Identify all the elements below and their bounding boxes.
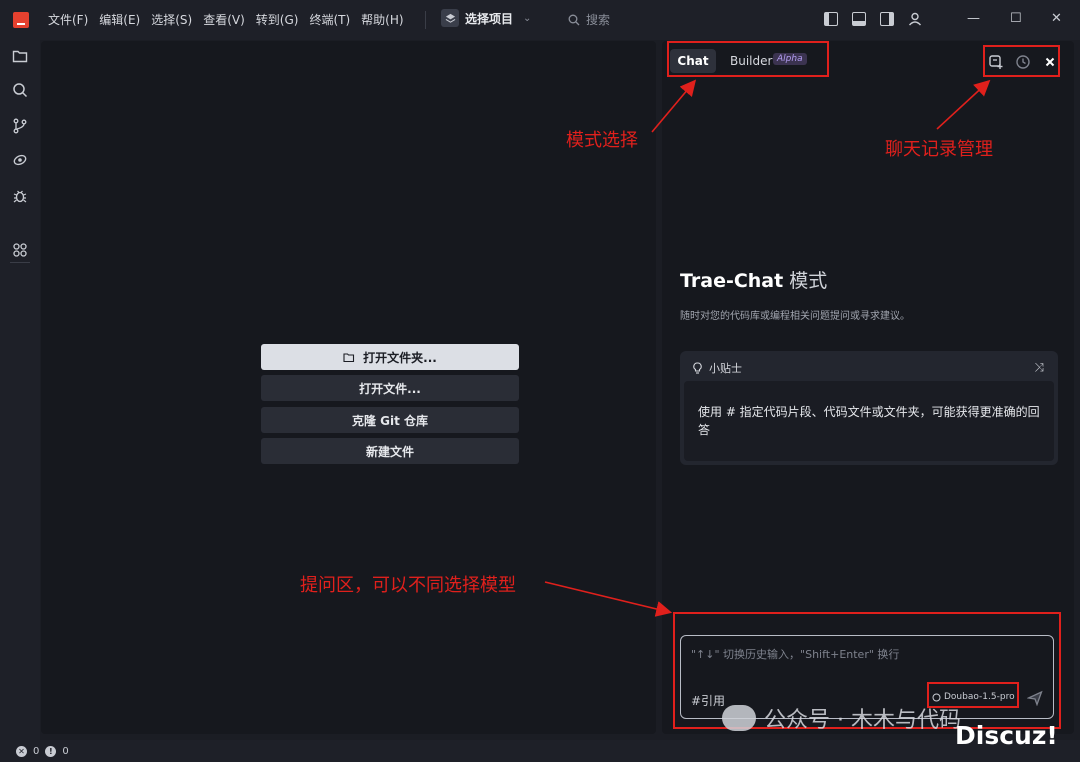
activity-bar: [0, 40, 40, 740]
titlebar-divider: [425, 11, 426, 29]
bug-icon[interactable]: [12, 188, 28, 204]
new-file-button[interactable]: 新建文件: [261, 438, 519, 464]
shuffle-icon[interactable]: ⤨: [1034, 360, 1044, 375]
chevron-down-icon: ⌄: [523, 12, 532, 24]
tips-body: 使用 # 指定代码片段、代码文件或文件夹，可能获得更准确的回答: [684, 381, 1054, 461]
tips-header: 小贴士: [692, 360, 742, 376]
error-count[interactable]: 0: [33, 746, 39, 757]
annotation-box-history: [983, 45, 1060, 77]
open-file-button[interactable]: 打开文件...: [261, 375, 519, 401]
extensions-icon[interactable]: [12, 242, 28, 258]
title-bar: 文件(F) 编辑(E) 选择(S) 查看(V) 转到(G) 终端(T) 帮助(H…: [0, 0, 1080, 40]
open-file-label: 打开文件...: [359, 381, 421, 396]
project-selector[interactable]: 选择项目 ⌄: [441, 9, 531, 27]
menu-file[interactable]: 文件(F): [48, 11, 88, 28]
annotation-box-mode-tabs: [667, 41, 829, 77]
account-icon[interactable]: [908, 12, 922, 26]
wechat-watermark-text: 公众号 · 木木与代码: [764, 708, 961, 733]
toggle-panel-icon[interactable]: [852, 12, 866, 26]
project-label: 选择项目: [465, 11, 514, 26]
discuz-watermark: Discuz!: [955, 721, 1058, 750]
annotation-mode-select: 模式选择: [566, 130, 638, 151]
menu-help[interactable]: 帮助(H): [361, 11, 403, 28]
open-folder-button[interactable]: 打开文件夹...: [261, 344, 519, 370]
search-box[interactable]: 搜索: [568, 11, 610, 28]
editor-area: 打开文件夹... 打开文件... 克隆 Git 仓库 新建文件: [41, 41, 656, 734]
menu-bar: 文件(F) 编辑(E) 选择(S) 查看(V) 转到(G) 终端(T) 帮助(H…: [48, 11, 415, 28]
wechat-logo-icon: [722, 705, 756, 731]
chat-title-main: Trae-Chat: [680, 270, 784, 292]
app-logo-icon: [13, 12, 29, 28]
menu-select[interactable]: 选择(S): [151, 11, 192, 28]
folder-open-icon: [343, 352, 355, 362]
close-window-icon[interactable]: ✕: [1051, 11, 1062, 26]
explorer-folder-icon[interactable]: [12, 48, 28, 64]
clone-git-button[interactable]: 克隆 Git 仓库: [261, 407, 519, 433]
menu-terminal[interactable]: 终端(T): [309, 11, 350, 28]
layers-icon: [441, 9, 459, 27]
annotation-history-manage: 聊天记录管理: [885, 139, 993, 160]
toggle-aux-bar-icon[interactable]: [880, 12, 894, 26]
menu-edit[interactable]: 编辑(E): [99, 11, 140, 28]
activity-divider: [10, 262, 30, 263]
lightbulb-icon: [693, 362, 702, 374]
tips-title: 小贴士: [709, 362, 742, 375]
search-placeholder: 搜索: [586, 13, 611, 27]
search-icon: [568, 14, 580, 25]
search-icon[interactable]: [12, 82, 28, 98]
minimize-icon[interactable]: —: [967, 11, 980, 26]
annotation-input-area: 提问区，可以不同选择模型: [300, 575, 516, 596]
layout-controls: [824, 12, 922, 26]
source-control-icon[interactable]: [12, 118, 28, 134]
chat-description: 随时对您的代码库或编程相关问题提问或寻求建议。: [680, 311, 910, 322]
tips-card: 小贴士 ⤨ 使用 # 指定代码片段、代码文件或文件夹，可能获得更准确的回答: [680, 351, 1058, 465]
menu-view[interactable]: 查看(V): [203, 11, 245, 28]
warning-icon[interactable]: !: [45, 745, 57, 757]
toggle-sidebar-icon[interactable]: [824, 12, 838, 26]
menu-go[interactable]: 转到(G): [256, 11, 299, 28]
new-file-label: 新建文件: [365, 444, 414, 459]
wechat-watermark: 公众号 · 木木与代码: [722, 702, 961, 734]
chat-mode-title: Trae-Chat 模式: [680, 266, 827, 293]
error-icon[interactable]: ✕: [16, 745, 27, 757]
run-debug-icon[interactable]: [12, 152, 28, 168]
maximize-icon[interactable]: ☐: [1010, 11, 1022, 26]
status-bar: ✕ 0 ! 0: [0, 740, 1080, 762]
chat-title-suffix: 模式: [789, 270, 828, 292]
clone-git-label: 克隆 Git 仓库: [351, 413, 429, 428]
warning-count[interactable]: 0: [62, 746, 68, 757]
open-folder-label: 打开文件夹...: [363, 350, 437, 365]
